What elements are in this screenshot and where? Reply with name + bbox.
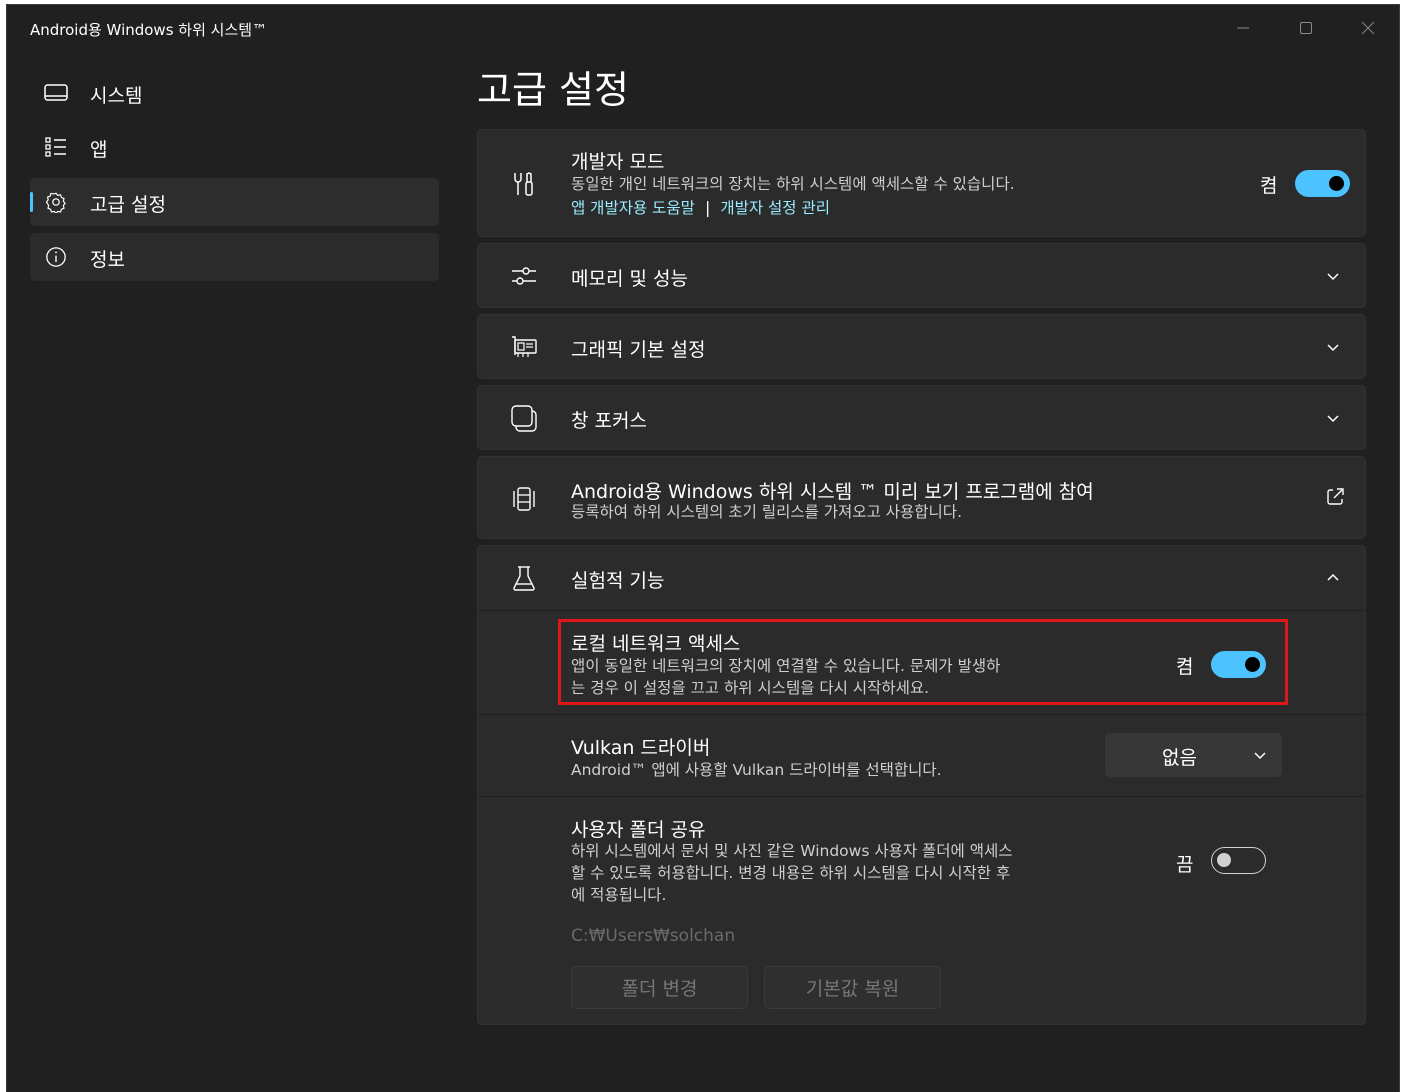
monitor-icon xyxy=(44,84,68,101)
developer-links: 앱 개발자용 도움말 | 개발자 설정 관리 xyxy=(571,196,830,218)
user-folder-toggle-label: 끔 xyxy=(1176,854,1194,876)
chevron-down-icon[interactable] xyxy=(1325,339,1341,355)
chevron-down-icon xyxy=(1254,752,1266,760)
local-network-desc-line2: 는 경우 이 설정을 끄고 하위 시스템을 다시 시작하세요. xyxy=(571,679,930,697)
local-network-title: 로컬 네트워크 액세스 xyxy=(571,633,741,655)
info-icon xyxy=(46,247,66,267)
local-network-toggle-label: 켬 xyxy=(1176,656,1194,678)
local-network-toggle[interactable] xyxy=(1211,651,1266,678)
user-folder-desc-line1: 하위 시스템에서 문서 및 사진 같은 Windows 사용자 폴더에 액세스 xyxy=(571,842,1013,860)
close-icon[interactable] xyxy=(1345,13,1391,43)
local-network-row: 로컬 네트워크 액세스 앱이 동일한 네트워크의 장치에 연결할 수 있습니다.… xyxy=(478,610,1365,714)
preview-program-icon xyxy=(513,487,535,511)
chevron-up-icon[interactable] xyxy=(1325,570,1341,586)
window-title: Android용 Windows 하위 시스템™ xyxy=(30,21,268,39)
sidebar-item-label: 앱 xyxy=(90,139,108,161)
change-folder-button[interactable]: 폴더 변경 xyxy=(571,966,748,1009)
restore-default-button[interactable]: 기본값 복원 xyxy=(764,966,941,1009)
flask-icon xyxy=(513,566,535,591)
toggle-knob xyxy=(1217,853,1231,867)
sidebar-item-apps[interactable]: 앱 xyxy=(30,123,439,171)
sidebar-item-system[interactable]: 시스템 xyxy=(30,69,439,117)
preview-program-card[interactable]: Android용 Windows 하위 시스템 ™ 미리 보기 프로그램에 참여… xyxy=(477,456,1366,539)
chevron-down-icon[interactable] xyxy=(1325,268,1341,284)
user-folder-desc-line2: 할 수 있도록 허용합니다. 변경 내용은 하위 시스템을 다시 시작한 후 xyxy=(571,864,1011,882)
sidebar-item-label: 시스템 xyxy=(90,85,143,107)
experimental-features-card: 실험적 기능 로컬 네트워크 액세스 앱이 동일한 네트워크의 장치에 연결할 … xyxy=(477,545,1366,1025)
developer-mode-toggle[interactable] xyxy=(1295,170,1350,197)
preview-program-desc: 등록하여 하위 시스템의 초기 릴리스를 가져오고 사용합니다. xyxy=(571,503,962,521)
experimental-features-title: 실험적 기능 xyxy=(571,570,665,592)
memory-performance-title: 메모리 및 성능 xyxy=(571,268,688,290)
selection-indicator xyxy=(30,192,33,212)
app-developer-help-link[interactable]: 앱 개발자용 도움말 xyxy=(571,199,695,217)
sidebar-item-label: 고급 설정 xyxy=(90,194,166,216)
minimize-icon[interactable] xyxy=(1220,13,1266,43)
window-focus-card[interactable]: 창 포커스 xyxy=(477,385,1366,450)
maximize-icon[interactable] xyxy=(1283,13,1329,43)
user-folder-toggle[interactable] xyxy=(1211,847,1266,874)
window-focus-icon xyxy=(511,405,537,432)
vulkan-driver-desc: Android™ 앱에 사용할 Vulkan 드라이버를 선택합니다. xyxy=(571,761,942,779)
toggle-knob xyxy=(1329,176,1344,191)
app-window: Android용 Windows 하위 시스템™ 시스템 앱 고급 설정 정보 … xyxy=(6,4,1400,1092)
chevron-down-icon[interactable] xyxy=(1325,410,1341,426)
preview-program-title: Android용 Windows 하위 시스템 ™ 미리 보기 프로그램에 참여 xyxy=(571,481,1094,503)
vulkan-driver-row: Vulkan 드라이버 Android™ 앱에 사용할 Vulkan 드라이버를… xyxy=(478,714,1365,796)
graphics-preferences-card[interactable]: 그래픽 기본 설정 xyxy=(477,314,1366,379)
local-network-desc-line1: 앱이 동일한 네트워크의 장치에 연결할 수 있습니다. 문제가 발생하 xyxy=(571,657,1001,675)
vulkan-driver-title: Vulkan 드라이버 xyxy=(571,737,711,759)
link-separator: | xyxy=(704,198,711,217)
developer-mode-toggle-label: 켬 xyxy=(1260,175,1278,197)
sidebar-item-about[interactable]: 정보 xyxy=(30,233,439,281)
vulkan-driver-selected: 없음 xyxy=(1162,747,1197,769)
manage-developer-settings-link[interactable]: 개발자 설정 관리 xyxy=(720,199,830,217)
user-folder-desc-line3: 에 적용됩니다. xyxy=(571,886,667,904)
sidebar-item-label: 정보 xyxy=(90,249,125,271)
user-folder-row: 사용자 폴더 공유 하위 시스템에서 문서 및 사진 같은 Windows 사용… xyxy=(478,796,1365,1025)
experimental-features-header[interactable]: 실험적 기능 xyxy=(478,546,1365,610)
user-folder-title: 사용자 폴더 공유 xyxy=(571,819,706,841)
vulkan-driver-dropdown[interactable]: 없음 xyxy=(1105,733,1282,777)
developer-mode-title: 개발자 모드 xyxy=(571,151,665,173)
graphics-preferences-title: 그래픽 기본 설정 xyxy=(571,339,706,361)
tools-icon xyxy=(514,172,533,196)
developer-mode-card: 개발자 모드 동일한 개인 네트워크의 장치는 하위 시스템에 액세스할 수 있… xyxy=(477,129,1366,237)
external-link-icon[interactable] xyxy=(1325,487,1345,507)
page-title: 고급 설정 xyxy=(477,68,629,112)
toggle-knob xyxy=(1245,657,1260,672)
user-folder-path: C:₩Users₩solchan xyxy=(571,926,736,946)
memory-performance-card[interactable]: 메모리 및 성능 xyxy=(477,243,1366,308)
list-icon xyxy=(45,137,66,157)
developer-mode-desc: 동일한 개인 네트워크의 장치는 하위 시스템에 액세스할 수 있습니다. xyxy=(571,175,1015,193)
window-focus-title: 창 포커스 xyxy=(571,410,647,432)
sliders-icon xyxy=(512,267,536,285)
sidebar-item-advanced-settings[interactable]: 고급 설정 xyxy=(30,178,439,226)
gear-icon xyxy=(45,192,66,213)
graphics-card-icon xyxy=(512,336,537,357)
title-bar: Android용 Windows 하위 시스템™ xyxy=(7,5,1399,53)
